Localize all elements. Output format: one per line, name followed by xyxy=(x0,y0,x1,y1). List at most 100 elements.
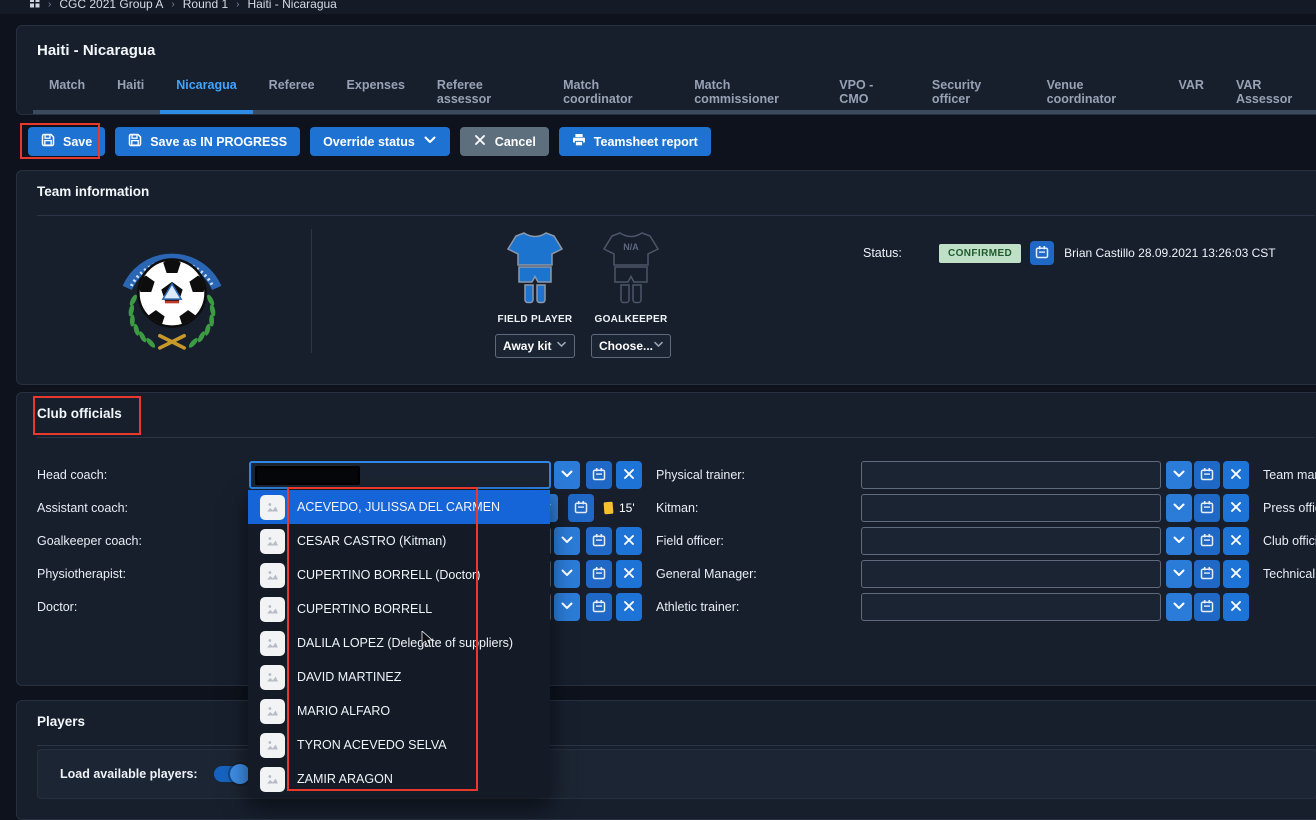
breadcrumb: › CGC 2021 Group A › Round 1 › Haiti - N… xyxy=(30,0,337,11)
dropdown-option-label: MARIO ALFARO xyxy=(297,704,390,718)
athletic-trainer-open-button[interactable] xyxy=(1166,593,1192,621)
cancel-button[interactable]: Cancel xyxy=(460,127,549,156)
general-manager-open-button[interactable] xyxy=(1166,560,1192,588)
calendar-icon xyxy=(1200,467,1214,484)
goalkeeper-coach-history-button[interactable] xyxy=(586,527,612,555)
dropdown-option[interactable]: CUPERTINO BORRELL (Doctor) xyxy=(248,558,550,592)
head-coach-label: Head coach: xyxy=(37,461,107,489)
printer-icon xyxy=(572,133,586,150)
kitman-select[interactable] xyxy=(861,494,1161,522)
goalkeeper-kit-value: Choose... xyxy=(599,339,653,353)
mouse-cursor-icon xyxy=(421,631,434,652)
tab-var[interactable]: VAR xyxy=(1162,71,1219,114)
physiotherapist-label: Physiotherapist: xyxy=(37,560,126,588)
tab-security-officer[interactable]: Security officer xyxy=(916,71,1031,114)
head-coach-history-button[interactable] xyxy=(586,461,612,489)
doctor-clear-button[interactable] xyxy=(616,593,642,621)
breadcrumb-item-group[interactable]: CGC 2021 Group A xyxy=(59,0,163,11)
physiotherapist-history-button[interactable] xyxy=(586,560,612,588)
doctor-open-button[interactable] xyxy=(554,593,580,621)
physical-trainer-history-button[interactable] xyxy=(1194,461,1220,489)
image-placeholder-icon xyxy=(260,529,285,554)
general-manager-select[interactable] xyxy=(861,560,1161,588)
field-player-jersey-icon xyxy=(504,231,566,310)
grid-icon[interactable] xyxy=(30,0,40,11)
chevron-down-icon xyxy=(560,566,574,583)
general-manager-clear-button[interactable] xyxy=(1223,560,1249,588)
doctor-history-button[interactable] xyxy=(586,593,612,621)
chevron-down-icon xyxy=(423,133,437,150)
calendar-icon xyxy=(592,533,606,550)
assistant-coach-history-button[interactable] xyxy=(568,494,594,522)
general-manager-history-button[interactable] xyxy=(1194,560,1220,588)
tab-match-coordinator[interactable]: Match coordinator xyxy=(547,71,678,114)
tab-match[interactable]: Match xyxy=(33,71,101,114)
tab-nicaragua[interactable]: Nicaragua xyxy=(160,71,252,114)
image-placeholder-icon xyxy=(260,665,285,690)
kitman-clear-button[interactable] xyxy=(1223,494,1249,522)
chevron-down-icon xyxy=(1172,599,1186,616)
athletic-trainer-label: Athletic trainer: xyxy=(656,593,739,621)
save-in-progress-button[interactable]: Save as IN PROGRESS xyxy=(115,127,300,156)
load-available-players-toggle[interactable] xyxy=(214,766,248,782)
tab-referee-assessor[interactable]: Referee assessor xyxy=(421,71,547,114)
kitman-open-button[interactable] xyxy=(1166,494,1192,522)
image-placeholder-icon xyxy=(260,699,285,724)
chevron-down-icon xyxy=(560,467,574,484)
head-coach-open-button[interactable] xyxy=(554,461,580,489)
chevron-down-icon xyxy=(653,339,664,353)
save-button[interactable]: Save xyxy=(28,127,105,156)
dropdown-option[interactable]: DAVID MARTINEZ xyxy=(248,660,550,694)
athletic-trainer-history-button[interactable] xyxy=(1194,593,1220,621)
dropdown-option[interactable]: ZAMIR ARAGON xyxy=(248,762,550,796)
dropdown-option[interactable]: TYRON ACEVEDO SELVA xyxy=(248,728,550,762)
field-officer-clear-button[interactable] xyxy=(1223,527,1249,555)
athletic-trainer-clear-button[interactable] xyxy=(1223,593,1249,621)
dropdown-option[interactable]: MARIO ALFARO xyxy=(248,694,550,728)
toolbar: Save Save as IN PROGRESS Override status… xyxy=(28,127,711,156)
club-officials-title: Club officials xyxy=(37,406,122,421)
tab-var-assessor[interactable]: VAR Assessor xyxy=(1220,71,1316,114)
field-officer-history-button[interactable] xyxy=(1194,527,1220,555)
dropdown-option[interactable]: ACEVEDO, JULISSA DEL CARMEN xyxy=(248,490,550,524)
physiotherapist-clear-button[interactable] xyxy=(616,560,642,588)
goalkeeper-coach-clear-button[interactable] xyxy=(616,527,642,555)
chevron-down-icon xyxy=(556,339,567,353)
field-officer-select[interactable] xyxy=(861,527,1161,555)
override-status-button[interactable]: Override status xyxy=(310,127,450,156)
x-icon xyxy=(1229,566,1243,583)
field-player-kit-select[interactable]: Away kit xyxy=(495,334,575,358)
divider xyxy=(37,437,1315,438)
physical-trainer-select[interactable] xyxy=(861,461,1161,489)
tab-haiti[interactable]: Haiti xyxy=(101,71,160,114)
head-coach-clear-button[interactable] xyxy=(616,461,642,489)
x-icon xyxy=(1229,599,1243,616)
breadcrumb-item-match[interactable]: Haiti - Nicaragua xyxy=(247,0,336,11)
dropdown-option[interactable]: DALILA LOPEZ (Delegate of suppliers) xyxy=(248,626,550,660)
status-history-button[interactable] xyxy=(1030,241,1054,265)
calendar-icon xyxy=(1200,500,1214,517)
physical-trainer-open-button[interactable] xyxy=(1166,461,1192,489)
dropdown-option[interactable]: CESAR CASTRO (Kitman) xyxy=(248,524,550,558)
field-officer-open-button[interactable] xyxy=(1166,527,1192,555)
teamsheet-report-button[interactable]: Teamsheet report xyxy=(559,127,711,156)
kits-block: FIELD PLAYER Away kit N/A GOALKEEPER Cho… xyxy=(493,231,673,358)
goalkeeper-kit-select[interactable]: Choose... xyxy=(591,334,671,358)
field-officer-label: Field officer: xyxy=(656,527,724,555)
head-coach-select[interactable] xyxy=(249,461,551,489)
breadcrumb-separator: › xyxy=(171,0,174,10)
tab-expenses[interactable]: Expenses xyxy=(331,71,421,114)
tab-venue-coordinator[interactable]: Venue coordinator xyxy=(1031,71,1163,114)
athletic-trainer-select[interactable] xyxy=(861,593,1161,621)
breadcrumb-item-round[interactable]: Round 1 xyxy=(183,0,228,11)
tab-referee[interactable]: Referee xyxy=(253,71,331,114)
page-title: Haiti - Nicaragua xyxy=(37,42,155,59)
goalkeeper-coach-open-button[interactable] xyxy=(554,527,580,555)
physical-trainer-clear-button[interactable] xyxy=(1223,461,1249,489)
players-panel: Players Load available players: xyxy=(16,700,1316,820)
kitman-history-button[interactable] xyxy=(1194,494,1220,522)
physiotherapist-open-button[interactable] xyxy=(554,560,580,588)
tab-vpo-cmo[interactable]: VPO - CMO xyxy=(823,71,916,114)
tab-match-commissioner[interactable]: Match commissioner xyxy=(678,71,823,114)
dropdown-option[interactable]: CUPERTINO BORRELL xyxy=(248,592,550,626)
